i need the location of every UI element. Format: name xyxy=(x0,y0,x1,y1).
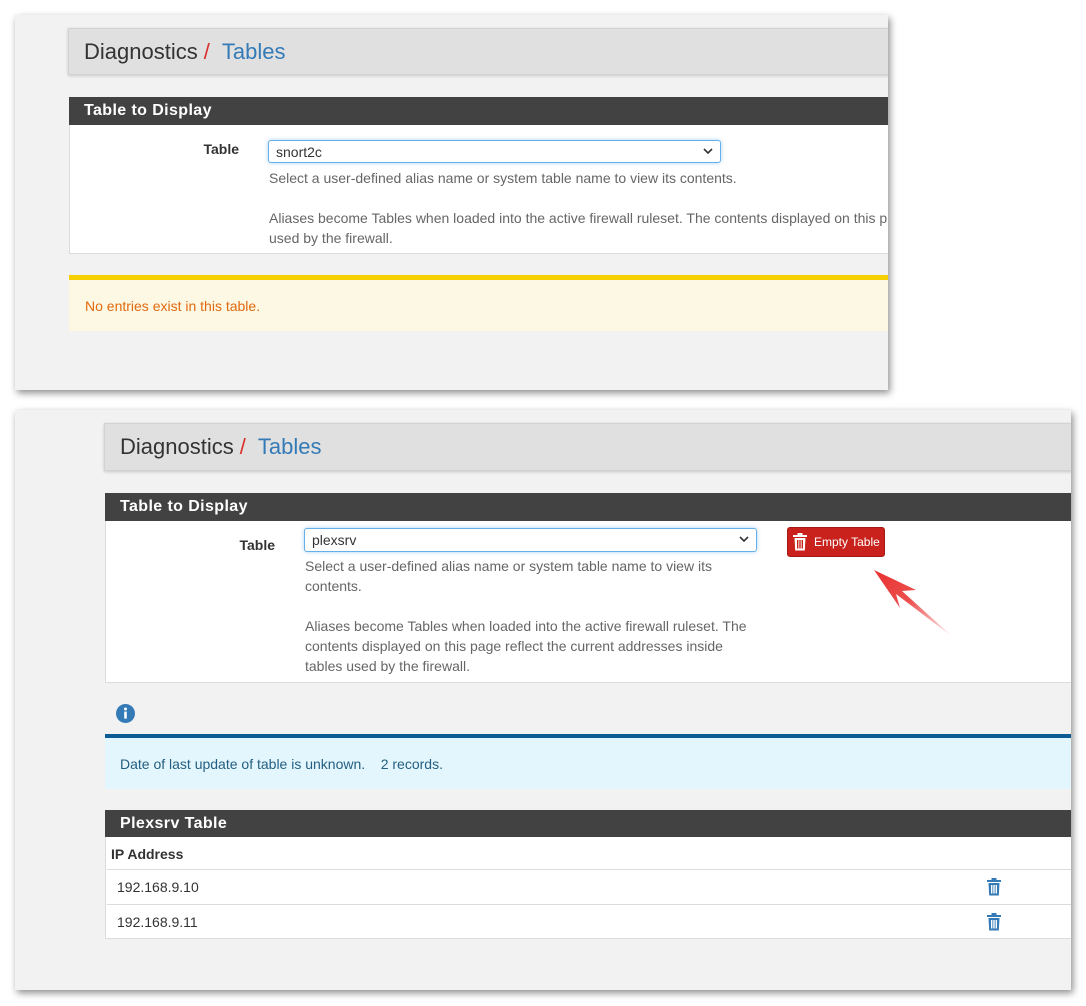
breadcrumb-root[interactable]: Diagnostics xyxy=(120,434,234,460)
trash-icon[interactable] xyxy=(986,913,1002,931)
panel-header-table-to-display: Table to Display xyxy=(105,493,1071,521)
breadcrumb-current[interactable]: Tables xyxy=(222,39,286,65)
table-label: Table xyxy=(203,141,239,157)
info-circle-icon[interactable] xyxy=(116,704,135,723)
table-row: 192.168.9.10 xyxy=(107,869,1071,904)
column-header-ip-address: IP Address xyxy=(111,846,184,862)
help-text-aliases-line-3: tables used by the firewall. xyxy=(305,658,470,674)
help-text-aliases-line-2: contents displayed on this page reflect … xyxy=(305,638,723,654)
breadcrumb-current[interactable]: Tables xyxy=(258,434,322,460)
screenshot-bottom: Diagnostics / Tables Table to Display Ta… xyxy=(15,410,1071,990)
trash-icon[interactable] xyxy=(986,878,1002,896)
help-text-select-line-2: contents. xyxy=(305,578,362,594)
chevron-down-icon xyxy=(739,536,749,543)
panel-body: Table snort2c Select a user-defined alia… xyxy=(69,125,888,254)
breadcrumb-root[interactable]: Diagnostics xyxy=(84,39,198,65)
panel-header-results: Plexsrv Table xyxy=(105,810,1071,837)
table-label: Table xyxy=(239,537,275,553)
annotation-arrow-icon xyxy=(874,570,954,638)
table-row: 192.168.9.11 xyxy=(107,904,1071,939)
trash-icon xyxy=(793,533,807,551)
table-select[interactable]: snort2c xyxy=(268,140,721,163)
info-alert: Date of last update of table is unknown.… xyxy=(105,734,1071,789)
ip-address-cell: 192.168.9.10 xyxy=(117,879,199,895)
empty-table-button[interactable]: Empty Table xyxy=(787,527,885,557)
help-text-select-line-1: Select a user-defined alias name or syst… xyxy=(305,558,712,574)
results-table: IP Address 192.168.9.10 192.168.9.11 xyxy=(105,837,1071,939)
info-message: Date of last update of table is unknown.… xyxy=(120,755,443,772)
breadcrumb: Diagnostics / Tables xyxy=(104,423,1071,471)
chevron-down-icon xyxy=(703,148,713,155)
help-text-aliases-line-1: Aliases become Tables when loaded into t… xyxy=(305,618,747,634)
help-text-select: Select a user-defined alias name or syst… xyxy=(269,170,737,186)
table-select[interactable]: plexsrv xyxy=(304,528,757,552)
breadcrumb-separator: / xyxy=(203,38,210,64)
screenshot-top: Diagnostics / Tables Table to Display Ta… xyxy=(15,15,888,390)
help-text-aliases-line-2: used by the firewall. xyxy=(269,230,393,246)
warning-alert: No entries exist in this table. xyxy=(69,275,888,331)
breadcrumb-separator: / xyxy=(239,434,246,459)
panel-header-table-to-display: Table to Display xyxy=(69,97,888,125)
breadcrumb: Diagnostics / Tables xyxy=(68,28,888,75)
table-select-value: snort2c xyxy=(276,143,322,160)
ip-address-cell: 192.168.9.11 xyxy=(117,914,198,930)
table-select-value: plexsrv xyxy=(312,532,357,548)
help-text-aliases-line-1: Aliases become Tables when loaded into t… xyxy=(269,210,888,226)
empty-table-button-label: Empty Table xyxy=(814,535,880,549)
warning-message: No entries exist in this table. xyxy=(85,297,261,314)
